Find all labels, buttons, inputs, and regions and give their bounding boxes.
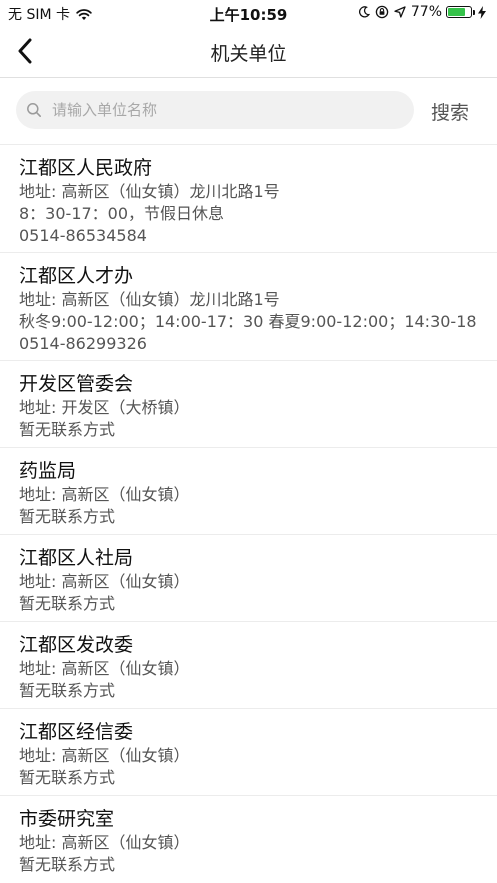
unit-address: 地址: 高新区（仙女镇） — [19, 746, 190, 765]
list-item[interactable]: 开发区管委会 地址: 开发区（大桥镇） 暂无联系方式 — [0, 361, 497, 448]
unit-phone: 0514-86534584 — [19, 226, 147, 245]
orientation-lock-icon — [375, 5, 389, 19]
charging-bolt-icon — [478, 5, 486, 19]
search-button[interactable]: 搜索 — [431, 98, 469, 125]
location-arrow-icon — [394, 6, 406, 18]
list-item[interactable]: 江都区人民政府 地址: 高新区（仙女镇）龙川北路1号 8：30-17：00，节假… — [0, 145, 497, 253]
unit-contact: 暂无联系方式 — [19, 507, 116, 526]
navigation-bar: 机关单位 — [0, 26, 497, 78]
unit-address: 地址: 高新区（仙女镇） — [19, 572, 190, 591]
unit-name: 江都区人民政府 — [19, 157, 153, 179]
unit-address: 地址: 高新区（仙女镇）龙川北路1号 — [19, 182, 280, 201]
search-icon — [27, 103, 41, 117]
list-item[interactable]: 江都区发改委 地址: 高新区（仙女镇） 暂无联系方式 — [0, 622, 497, 709]
list-item[interactable]: 药监局 地址: 高新区（仙女镇） 暂无联系方式 — [0, 448, 497, 535]
unit-name: 江都区发改委 — [19, 634, 134, 656]
battery-icon — [446, 6, 472, 18]
search-row: 搜索 — [0, 78, 497, 145]
unit-contact: 暂无联系方式 — [19, 594, 116, 613]
search-box[interactable] — [16, 91, 414, 129]
list-item[interactable]: 江都区人社局 地址: 高新区（仙女镇） 暂无联系方式 — [0, 535, 497, 622]
list-item[interactable]: 市委研究室 地址: 高新区（仙女镇） 暂无联系方式 — [0, 796, 497, 883]
moon-icon — [358, 6, 370, 18]
unit-contact: 暂无联系方式 — [19, 681, 116, 700]
unit-hours: 秋冬9:00-12:00；14:00-17：30 春夏9:00-12:00；14… — [19, 312, 477, 331]
battery-level — [448, 8, 465, 16]
search-input[interactable] — [50, 100, 394, 120]
unit-hours: 8：30-17：00，节假日休息 — [19, 204, 225, 223]
unit-address: 地址: 高新区（仙女镇） — [19, 485, 190, 504]
unit-contact: 暂无联系方式 — [19, 855, 116, 874]
unit-contact: 暂无联系方式 — [19, 768, 116, 787]
unit-list: 江都区人民政府 地址: 高新区（仙女镇）龙川北路1号 8：30-17：00，节假… — [0, 145, 497, 883]
unit-address: 地址: 开发区（大桥镇） — [19, 398, 190, 417]
battery-cap — [473, 9, 475, 15]
battery-percent: 77% — [410, 4, 442, 20]
status-bar: 无 SIM 卡 上午10:59 77% — [0, 0, 497, 26]
unit-contact: 暂无联系方式 — [19, 420, 116, 439]
unit-name: 市委研究室 — [19, 808, 115, 830]
unit-address: 地址: 高新区（仙女镇）龙川北路1号 — [19, 290, 280, 309]
unit-name: 开发区管委会 — [19, 373, 134, 395]
unit-name: 江都区人才办 — [19, 265, 134, 287]
unit-name: 药监局 — [19, 460, 77, 482]
unit-name: 江都区人社局 — [19, 547, 134, 569]
unit-phone: 0514-86299326 — [19, 334, 147, 353]
unit-address: 地址: 高新区（仙女镇） — [19, 833, 190, 852]
list-item[interactable]: 江都区经信委 地址: 高新区（仙女镇） 暂无联系方式 — [0, 709, 497, 796]
status-right: 77% — [358, 4, 491, 20]
list-item[interactable]: 江都区人才办 地址: 高新区（仙女镇）龙川北路1号 秋冬9:00-12:00；1… — [0, 253, 497, 361]
unit-address: 地址: 高新区（仙女镇） — [19, 659, 190, 678]
unit-name: 江都区经信委 — [19, 721, 134, 743]
page-title: 机关单位 — [210, 43, 287, 65]
